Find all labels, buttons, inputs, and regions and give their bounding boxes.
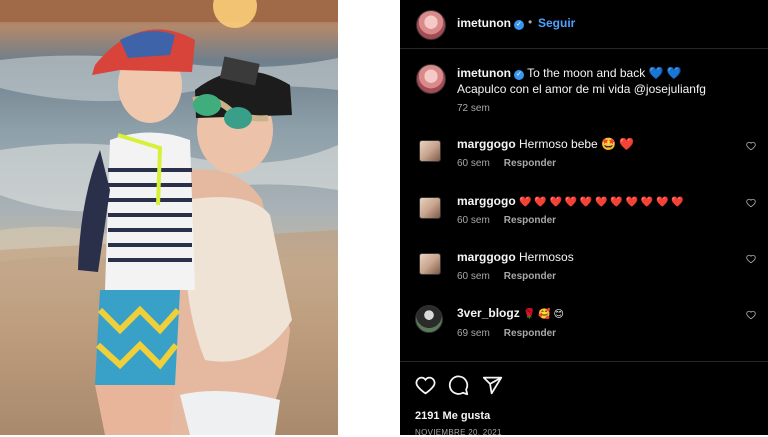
photo-illustration: [0, 0, 338, 435]
comment-avatar[interactable]: [419, 140, 441, 162]
comment-emoji: 🤩 ❤️: [601, 137, 635, 151]
comment-text: Hermosos: [519, 250, 574, 264]
like-comment-heart-icon[interactable]: [746, 141, 756, 151]
caption-emoji: 💙 💙: [648, 66, 682, 80]
verified-badge-icon: ✓: [514, 20, 524, 30]
comment-age: 60 sem: [457, 158, 490, 169]
caption-line-2: Acapulco con el amor de mi vida @josejul…: [457, 82, 706, 96]
reply-button[interactable]: Responder: [504, 215, 556, 226]
comment-row: marggogo Hermosos: [457, 250, 574, 264]
reply-button[interactable]: Responder: [504, 271, 556, 282]
follow-button[interactable]: Seguir: [538, 16, 575, 30]
author-username[interactable]: imetunon ✓: [457, 16, 524, 30]
post-photo[interactable]: [0, 0, 338, 435]
caption-title: To the moon and back: [527, 66, 646, 80]
header-separator: •: [528, 15, 533, 29]
comment-row: 3ver_blogz 🌹 🥰 😊: [457, 306, 564, 320]
comment-meta: 60 sem Responder: [457, 158, 556, 169]
post-header: imetunon ✓ • Seguir: [400, 0, 768, 49]
comment-age: 60 sem: [457, 215, 490, 226]
share-icon[interactable]: [482, 375, 503, 396]
post-date: NOVIEMBRE 20, 2021: [415, 428, 502, 437]
comment-username[interactable]: marggogo: [457, 194, 516, 208]
caption-avatar[interactable]: [416, 64, 446, 94]
like-comment-heart-icon[interactable]: [746, 310, 756, 320]
comment-emoji: 🌹 🥰 😊: [523, 309, 564, 320]
actions-divider: [400, 361, 768, 362]
comment-meta: 60 sem Responder: [457, 215, 556, 226]
comment-username[interactable]: 3ver_blogz: [457, 306, 520, 320]
comment-meta: 60 sem Responder: [457, 271, 556, 282]
comment-text: Hermoso bebe: [519, 137, 598, 151]
post-panel: imetunon ✓ • Seguir imetunon ✓ To the moon…: [400, 0, 768, 437]
like-comment-heart-icon[interactable]: [746, 254, 756, 264]
heart-outline-icon[interactable]: [415, 375, 436, 396]
comment-meta: 69 sem Responder: [457, 328, 556, 339]
comment-username[interactable]: marggogo: [457, 250, 516, 264]
comment-avatar[interactable]: [415, 305, 443, 333]
comment-icon[interactable]: [448, 375, 469, 396]
comment-row: marggogo Hermoso bebe 🤩 ❤️: [457, 137, 634, 151]
comment-emoji: ❤️ ❤️ ❤️ ❤️ ❤️ ❤️ ❤️ ❤️ ❤️ ❤️ ❤️: [519, 197, 684, 208]
author-username-text[interactable]: imetunon: [457, 16, 511, 30]
comment-age: 60 sem: [457, 271, 490, 282]
like-comment-heart-icon[interactable]: [746, 198, 756, 208]
likes-count[interactable]: 2191 Me gusta: [415, 410, 490, 422]
comment-avatar[interactable]: [419, 197, 441, 219]
caption-age: 72 sem: [457, 103, 490, 114]
reply-button[interactable]: Responder: [504, 328, 556, 339]
caption-line-1: imetunon ✓ To the moon and back 💙 💙: [457, 66, 682, 80]
comment-avatar[interactable]: [419, 253, 441, 275]
author-avatar[interactable]: [416, 10, 446, 40]
comment-username[interactable]: marggogo: [457, 137, 516, 151]
comment-row: marggogo ❤️ ❤️ ❤️ ❤️ ❤️ ❤️ ❤️ ❤️ ❤️ ❤️ ❤…: [457, 194, 684, 208]
reply-button[interactable]: Responder: [504, 158, 556, 169]
caption-username[interactable]: imetunon: [457, 66, 511, 80]
comment-age: 69 sem: [457, 328, 490, 339]
verified-badge-icon: ✓: [514, 70, 524, 80]
